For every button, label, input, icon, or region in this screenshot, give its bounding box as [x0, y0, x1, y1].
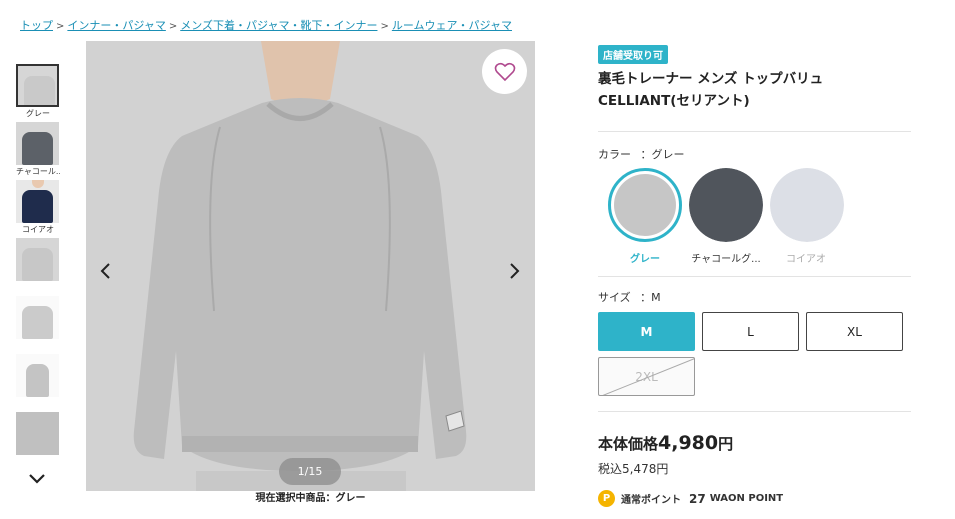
points-label: 通常ポイント	[621, 495, 681, 506]
point-coin-icon: P	[598, 490, 615, 507]
points-row: P 通常ポイント 27 WAON POINT	[598, 490, 783, 507]
thumbnail-label: コイアオ	[22, 225, 54, 234]
chevron-right-icon[interactable]	[508, 262, 522, 280]
image-counter: 1/15	[279, 458, 341, 485]
price-unit: 円	[718, 435, 734, 453]
strikethrough-line	[602, 358, 694, 395]
thumbnail-gray[interactable]	[16, 64, 59, 107]
heart-icon	[494, 62, 515, 81]
points-unit: WAON POINT	[709, 493, 784, 504]
size-option-2xl-unavailable[interactable]: 2XL	[598, 357, 695, 396]
divider	[598, 131, 911, 132]
price-value: 4,980	[658, 432, 719, 454]
color-swatch	[770, 168, 844, 242]
divider	[598, 411, 911, 412]
breadcrumb-separator: >	[168, 21, 178, 32]
thumbnail-navy[interactable]	[16, 180, 59, 223]
color-swatch	[614, 174, 676, 236]
points-amount: 27	[689, 491, 706, 506]
color-option-label: コイアオ	[786, 254, 826, 265]
sweatshirt-illustration	[86, 41, 535, 491]
thumbnail-label: グレー	[26, 109, 50, 118]
main-product-image	[86, 41, 535, 491]
chevron-left-icon[interactable]	[98, 262, 112, 280]
size-selected-value: ：M	[640, 291, 661, 304]
thumbnail-image	[22, 248, 53, 281]
chevron-down-icon[interactable]	[27, 470, 47, 486]
breadcrumb-separator: >	[380, 21, 389, 32]
thumbnail-charcoal[interactable]	[16, 122, 59, 165]
color-label: カラー	[598, 148, 631, 161]
price-label: 本体価格	[598, 435, 659, 453]
size-option-xl[interactable]: XL	[806, 312, 903, 351]
color-option-label: チャコールグ...	[691, 254, 761, 265]
color-swatch	[689, 168, 763, 242]
store-pickup-badge: 店舗受取り可	[598, 45, 668, 64]
thumbnail-7[interactable]	[16, 412, 59, 455]
breadcrumb-link-roomwear[interactable]: ルームウェア・パジャマ	[392, 19, 512, 32]
price-tax-included: 税込5,478円	[598, 462, 669, 476]
thumbnail-list: グレー チャコール... コイアオ	[16, 64, 60, 455]
thumbnail-5[interactable]	[16, 296, 59, 339]
product-title: 裏毛トレーナー メンズ トップバリュ CELLIANT(セリアント)	[598, 71, 824, 109]
color-option-label: グレー	[630, 254, 660, 265]
breadcrumb-link-inner-pajama[interactable]: インナー・パジャマ	[67, 19, 165, 32]
color-option-charcoal[interactable]	[689, 168, 763, 242]
thumbnail-image	[26, 364, 49, 397]
current-selected-item: 現在選択中商品：グレー	[255, 493, 366, 504]
size-label-row: サイズ ：M	[598, 289, 661, 305]
color-selected-value: ：グレー	[640, 148, 685, 161]
thumbnail-image	[24, 76, 55, 105]
color-option-koiao[interactable]	[770, 168, 844, 242]
thumbnail-model-head	[32, 180, 44, 188]
price-main: 本体価格4,980円	[598, 432, 733, 454]
size-label: サイズ	[598, 291, 631, 304]
thumbnail-4[interactable]	[16, 238, 59, 281]
breadcrumb: トップ > インナー・パジャマ > メンズ下着・パジャマ・靴下・インナー > ルームウェア・…	[20, 17, 512, 33]
size-option-m[interactable]: M	[598, 312, 695, 351]
thumbnail-image	[22, 306, 53, 339]
thumbnail-label: チャコール...	[16, 167, 60, 176]
color-option-gray[interactable]	[608, 168, 682, 242]
favorite-button[interactable]	[482, 49, 527, 94]
color-label-row: カラー ：グレー	[598, 146, 685, 162]
breadcrumb-link-top[interactable]: トップ	[20, 19, 53, 32]
breadcrumb-separator: >	[56, 21, 65, 32]
breadcrumb-link-mens-underwear[interactable]: メンズ下着・パジャマ・靴下・インナー	[180, 19, 377, 32]
thumbnail-image	[22, 132, 53, 165]
size-option-l[interactable]: L	[702, 312, 799, 351]
thumbnail-image	[22, 190, 53, 223]
divider	[598, 276, 911, 277]
thumbnail-6[interactable]	[16, 354, 59, 397]
